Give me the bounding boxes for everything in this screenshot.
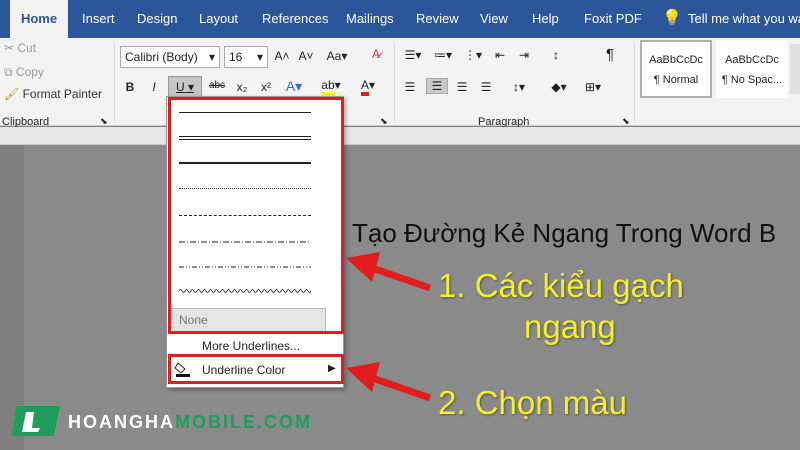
annotation-2: 2. Chọn màu [438, 384, 627, 421]
arrow-2-head-icon [346, 362, 380, 392]
logo-text: HOANGHAMOBILE.COM [68, 412, 312, 433]
hoangha-logo-icon [10, 400, 66, 440]
arrow-2-icon [370, 374, 432, 402]
annotation-1-line-1: 1. Các kiểu gạch [438, 267, 684, 304]
arrow-1-head-icon [346, 252, 380, 282]
annotation-arrows [346, 252, 432, 402]
arrow-1-icon [370, 264, 432, 292]
logo-text-part1: HOANGHA [68, 412, 175, 432]
logo-text-part2: MOBILE.COM [175, 412, 312, 432]
annotation-1-line-2: ngang [524, 308, 616, 345]
